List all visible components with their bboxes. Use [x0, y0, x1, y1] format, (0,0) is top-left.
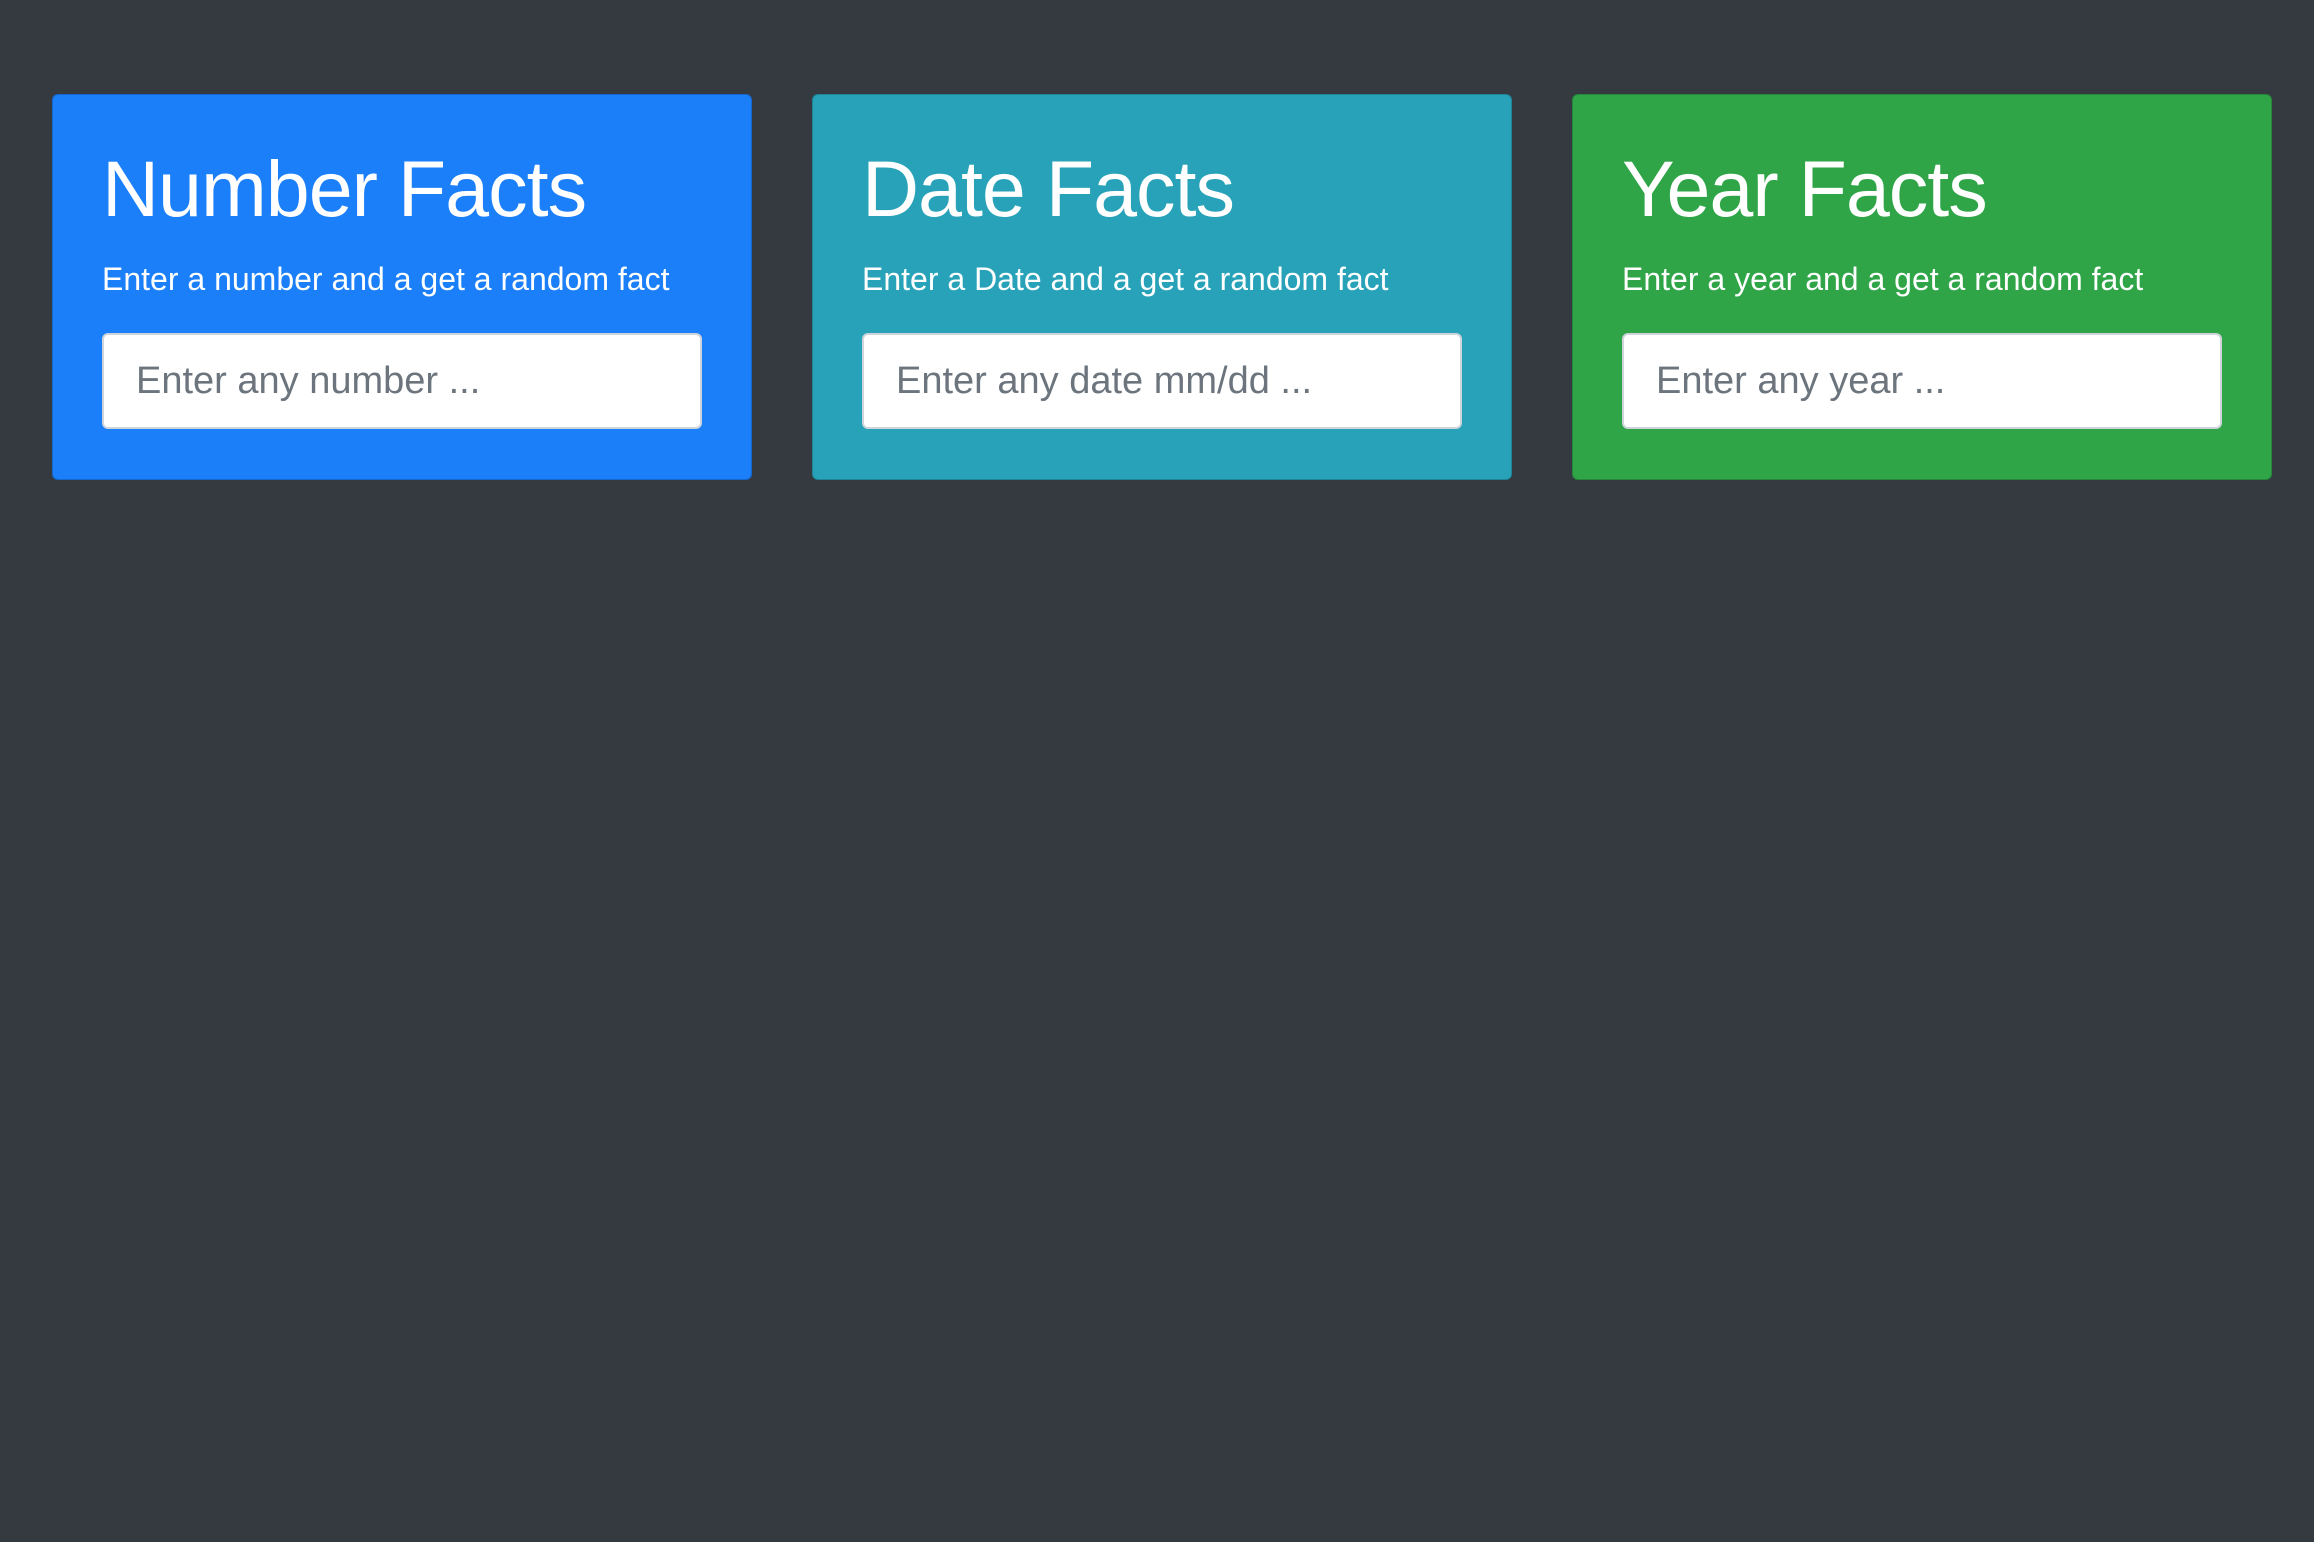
- date-facts-title: Date Facts: [862, 144, 1235, 233]
- year-input[interactable]: [1622, 333, 2222, 429]
- date-facts-card: Date Facts Enter a Date and a get a rand…: [812, 94, 1512, 480]
- number-input[interactable]: [102, 333, 702, 429]
- year-facts-title: Year Facts: [1622, 144, 1988, 233]
- date-input[interactable]: [862, 333, 1462, 429]
- year-facts-card: Year Facts Enter a year and a get a rand…: [1572, 94, 2272, 480]
- number-facts-card: Number Facts Enter a number and a get a …: [52, 94, 752, 480]
- number-facts-title: Number Facts: [102, 144, 587, 233]
- year-facts-description: Enter a year and a get a random fact: [1622, 261, 2144, 297]
- number-facts-description: Enter a number and a get a random fact: [102, 261, 670, 297]
- date-facts-description: Enter a Date and a get a random fact: [862, 261, 1389, 297]
